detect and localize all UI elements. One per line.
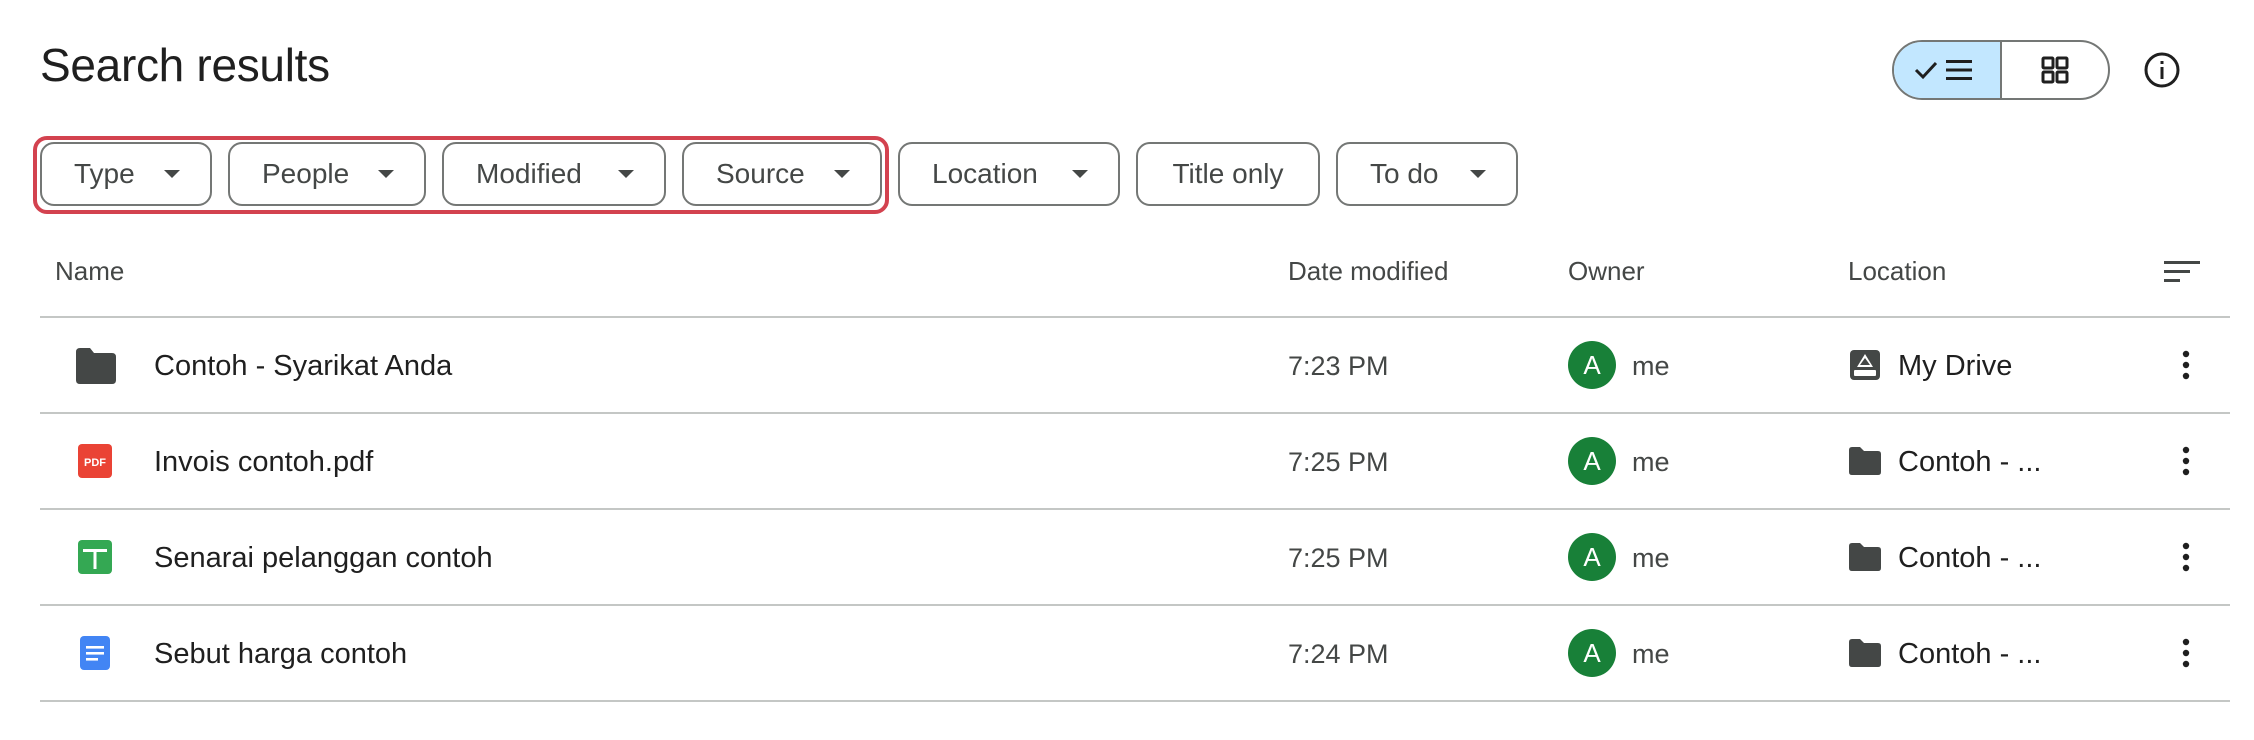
date-modified: 7:25 PM bbox=[1288, 447, 1389, 477]
modified-filter-chip[interactable]: Modified bbox=[442, 142, 666, 206]
grid-icon bbox=[2041, 56, 2069, 84]
chip-label: Location bbox=[932, 158, 1038, 189]
page-title: Search results bbox=[40, 39, 330, 91]
chip-label: Type bbox=[74, 158, 135, 189]
location-link[interactable]: My Drive bbox=[1898, 350, 2012, 383]
docs-icon bbox=[80, 636, 110, 670]
to-do-filter-chip[interactable]: To do bbox=[1336, 142, 1518, 206]
file-name[interactable]: Contoh - Syarikat Anda bbox=[154, 350, 452, 383]
table-row[interactable]: PDF Invois contoh.pdf 7:25 PM A me Conto… bbox=[40, 414, 2230, 508]
folder-icon bbox=[76, 348, 116, 384]
date-modified: 7:25 PM bbox=[1288, 543, 1389, 573]
column-header-location: Location bbox=[1848, 256, 1947, 286]
avatar: A bbox=[1568, 341, 1616, 389]
location-link[interactable]: Contoh - ... bbox=[1898, 638, 2041, 671]
more-vert-icon bbox=[2182, 350, 2190, 380]
table-row[interactable]: Sebut harga contoh 7:24 PM A me Contoh -… bbox=[40, 606, 2230, 700]
chip-label: Source bbox=[716, 158, 805, 189]
list-view-button[interactable] bbox=[1894, 42, 2002, 98]
dropdown-arrow-icon bbox=[1470, 170, 1486, 178]
type-filter-chip[interactable]: Type bbox=[40, 142, 212, 206]
date-modified: 7:23 PM bbox=[1288, 351, 1389, 381]
more-vert-icon bbox=[2182, 638, 2190, 668]
file-name[interactable]: Senarai pelanggan contoh bbox=[154, 542, 493, 575]
date-modified: 7:24 PM bbox=[1288, 639, 1389, 669]
location-link[interactable]: Contoh - ... bbox=[1898, 542, 2041, 575]
chip-label: Modified bbox=[476, 158, 582, 189]
source-filter-chip[interactable]: Source bbox=[682, 142, 882, 206]
more-actions-button[interactable] bbox=[2166, 537, 2206, 577]
view-toggle bbox=[1892, 40, 2110, 100]
divider bbox=[40, 700, 2230, 702]
location-filter-chip[interactable]: Location bbox=[898, 142, 1120, 206]
column-header-owner: Owner bbox=[1568, 256, 1645, 286]
file-name[interactable]: Sebut harga contoh bbox=[154, 638, 407, 671]
info-button[interactable] bbox=[2138, 46, 2186, 94]
folder-icon bbox=[1849, 639, 1881, 667]
more-vert-icon bbox=[2182, 446, 2190, 476]
table-row[interactable]: Senarai pelanggan contoh 7:25 PM A me Co… bbox=[40, 510, 2230, 604]
more-actions-button[interactable] bbox=[2166, 633, 2206, 673]
sheets-icon bbox=[78, 540, 112, 574]
dropdown-arrow-icon bbox=[378, 170, 394, 178]
svg-text:PDF: PDF bbox=[84, 457, 106, 469]
owner-name: me bbox=[1632, 543, 1670, 573]
column-header-name[interactable]: Name bbox=[55, 256, 124, 287]
folder-icon bbox=[1849, 543, 1881, 571]
chip-label: To do bbox=[1370, 158, 1439, 189]
file-name[interactable]: Invois contoh.pdf bbox=[154, 446, 373, 479]
dropdown-arrow-icon bbox=[618, 170, 634, 178]
dropdown-arrow-icon bbox=[834, 170, 850, 178]
avatar: A bbox=[1568, 437, 1616, 485]
folder-icon bbox=[1849, 447, 1881, 475]
avatar: A bbox=[1568, 533, 1616, 581]
more-vert-icon bbox=[2182, 542, 2190, 572]
avatar: A bbox=[1568, 629, 1616, 677]
location-link[interactable]: Contoh - ... bbox=[1898, 446, 2041, 479]
dropdown-arrow-icon bbox=[1072, 170, 1088, 178]
sort-icon bbox=[2164, 261, 2200, 282]
owner-name: me bbox=[1632, 447, 1670, 477]
pdf-icon: PDF bbox=[78, 444, 112, 478]
more-actions-button[interactable] bbox=[2166, 441, 2206, 481]
table-row[interactable]: Contoh - Syarikat Anda 7:23 PM A me My D… bbox=[40, 318, 2230, 412]
grid-view-button[interactable] bbox=[2002, 42, 2108, 98]
check-list-icon bbox=[1914, 60, 1972, 80]
chip-label: People bbox=[262, 158, 350, 189]
title-only-filter-chip[interactable]: Title only bbox=[1136, 142, 1320, 206]
column-header-date-modified[interactable]: Date modified bbox=[1288, 256, 1448, 287]
owner-name: me bbox=[1632, 351, 1670, 381]
info-icon bbox=[2144, 52, 2180, 88]
sort-options-button[interactable] bbox=[2158, 252, 2204, 292]
people-filter-chip[interactable]: People bbox=[228, 142, 426, 206]
my-drive-icon bbox=[1850, 350, 1880, 380]
dropdown-arrow-icon bbox=[164, 170, 180, 178]
more-actions-button[interactable] bbox=[2166, 345, 2206, 385]
owner-name: me bbox=[1632, 639, 1670, 669]
chip-label: Title only bbox=[1172, 158, 1284, 189]
